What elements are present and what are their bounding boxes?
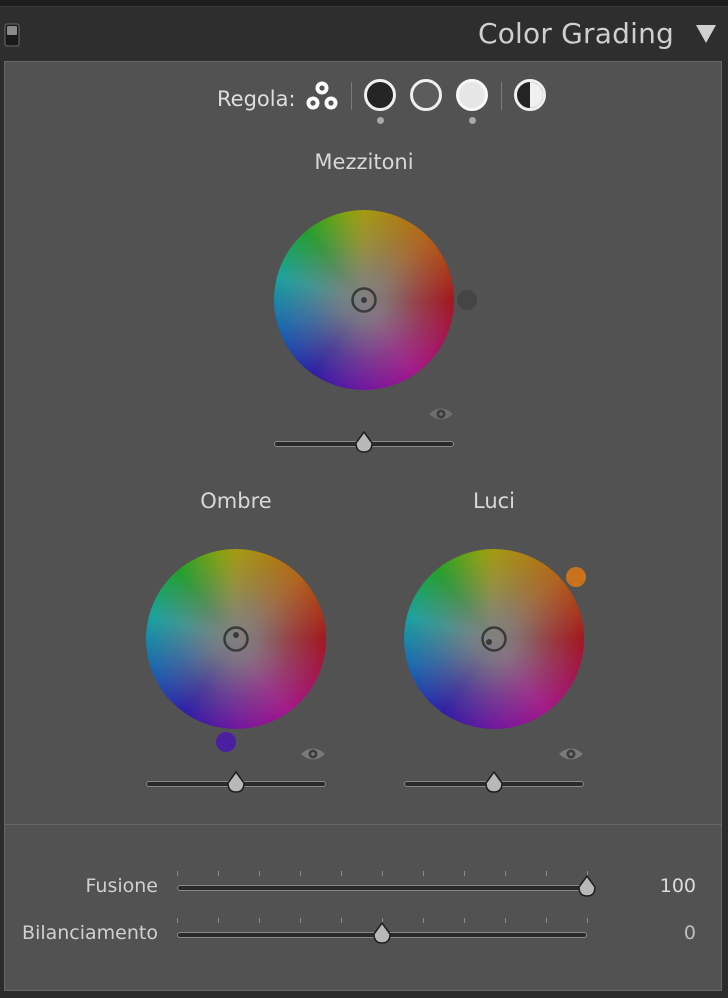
highlights-wheel[interactable] <box>404 549 584 729</box>
highlights-slider[interactable] <box>404 771 584 795</box>
fusione-value[interactable]: 100 <box>636 875 696 897</box>
slider-track <box>177 885 587 891</box>
panel-switch-icon[interactable] <box>4 23 20 47</box>
toolbar-separator <box>351 82 352 110</box>
regola-label: Regola: <box>217 87 296 111</box>
slider-tick <box>587 918 588 923</box>
triangle-down-icon[interactable] <box>694 23 718 45</box>
slider-thumb[interactable] <box>226 771 246 795</box>
eye-icon[interactable] <box>557 745 585 763</box>
midtones-label: Mezzitoni <box>314 150 414 174</box>
three-way-icon[interactable] <box>304 78 340 114</box>
slider-tick <box>259 871 260 876</box>
slider-tick <box>177 918 178 923</box>
shadows-wheel[interactable] <box>146 549 326 729</box>
slider-tick <box>464 918 465 923</box>
shadows-active-indicator <box>377 117 384 124</box>
top-strip <box>0 0 728 7</box>
slider-tick <box>423 871 424 876</box>
slider-tick <box>423 918 424 923</box>
section-divider <box>5 824 721 825</box>
slider-tick <box>546 871 547 876</box>
slider-tick <box>505 918 506 923</box>
slider-tick <box>218 918 219 923</box>
highlights-color-dot[interactable] <box>566 567 586 587</box>
highlights-label: Luci <box>472 489 516 513</box>
slider-thumb[interactable] <box>484 771 504 795</box>
wheel-center-handle[interactable] <box>350 286 378 314</box>
eye-icon[interactable] <box>427 405 455 423</box>
slider-thumb[interactable] <box>372 922 392 946</box>
slider-tick <box>546 918 547 923</box>
highlights-active-indicator <box>469 117 476 124</box>
fusione-slider[interactable] <box>177 871 596 899</box>
fusione-label: Fusione <box>85 875 158 897</box>
highlights-icon[interactable] <box>455 78 489 112</box>
slider-tick <box>259 918 260 923</box>
shadows-slider[interactable] <box>146 771 326 795</box>
eye-icon[interactable] <box>299 745 327 763</box>
toolbar-separator <box>501 82 502 110</box>
wheel-center-handle[interactable] <box>222 625 250 653</box>
slider-ticks <box>177 871 588 877</box>
global-icon[interactable] <box>513 78 547 112</box>
midtones-color-dot[interactable] <box>457 290 477 310</box>
slider-tick <box>177 871 178 876</box>
slider-thumb[interactable] <box>354 431 374 455</box>
bilanciamento-slider[interactable] <box>177 918 588 946</box>
slider-tick <box>464 871 465 876</box>
slider-tick <box>300 918 301 923</box>
midtones-wheel[interactable] <box>274 210 454 390</box>
slider-tick <box>300 871 301 876</box>
shadows-icon[interactable] <box>363 78 397 112</box>
slider-tick <box>341 871 342 876</box>
slider-thumb[interactable] <box>577 875 597 899</box>
bilanciamento-label: Bilanciamento <box>22 922 158 944</box>
shadows-color-dot[interactable] <box>216 732 236 752</box>
slider-tick <box>505 871 506 876</box>
panel-header[interactable]: Color Grading <box>0 7 728 61</box>
slider-tick <box>382 871 383 876</box>
panel-title: Color Grading <box>477 17 674 50</box>
midtones-slider[interactable] <box>274 431 454 455</box>
shadows-label: Ombre <box>200 489 272 513</box>
color-grading-panel: Regola: Mezzitoni Ombre Luci Fusione 100… <box>4 61 722 991</box>
slider-tick <box>341 918 342 923</box>
midtones-icon[interactable] <box>409 78 443 112</box>
bilanciamento-value[interactable]: 0 <box>636 922 696 944</box>
wheel-center-handle[interactable] <box>480 625 508 653</box>
slider-tick <box>218 871 219 876</box>
